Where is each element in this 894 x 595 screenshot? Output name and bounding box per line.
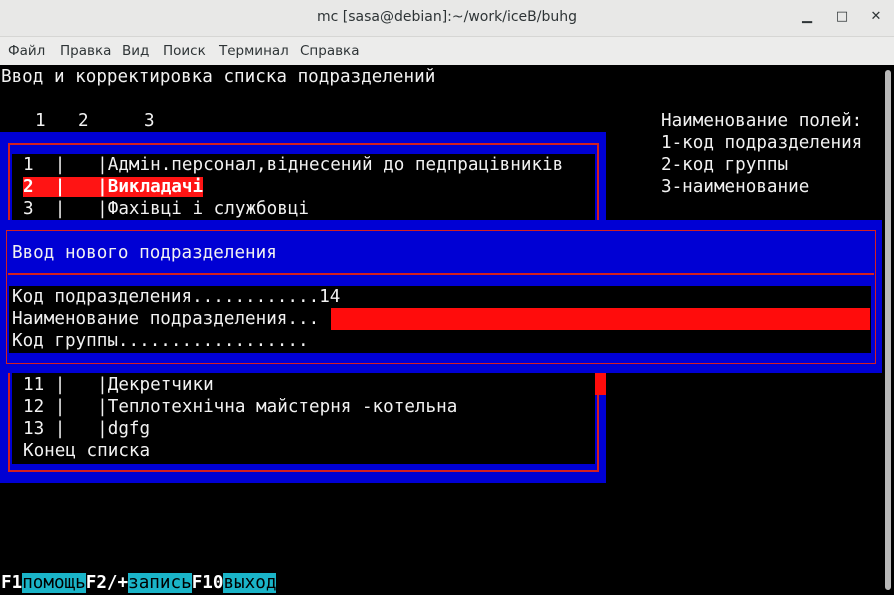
column-number-1: 1 [35, 111, 46, 131]
screen-heading: Ввод и корректировка списка подразделени… [1, 67, 436, 87]
row-selected: 2 | |Викладачі [23, 177, 204, 197]
menu-bar: Файл Правка Вид Поиск Терминал Справка [0, 37, 894, 65]
function-key-bar: F1помощьF2/+записьF10выход [1, 572, 277, 594]
list-scroll-marker[interactable] [595, 373, 606, 395]
row-name: dgfg [107, 419, 151, 439]
f10-key[interactable]: F10 [192, 573, 224, 593]
f1-label[interactable]: помощь [22, 573, 86, 593]
row-name: Теплотехнічна майстерня -котельна [107, 397, 458, 417]
list-item[interactable]: 13 | |dgfg [23, 418, 150, 440]
row-name: Викладачі [107, 177, 204, 197]
row-name: Адмін.персонал,віднесений до педпрацівни… [107, 155, 564, 175]
list-item[interactable]: 3 | |Фахівці і службовці [23, 198, 309, 220]
row-code: 2 [23, 177, 34, 197]
list-end-label: Конец списка [23, 441, 151, 461]
dialog-title: Ввод нового подразделения [12, 243, 277, 263]
column-number-3: 3 [144, 111, 155, 131]
list-item-selected[interactable]: 2 | |Викладачі [23, 176, 204, 198]
column-number-2: 2 [78, 111, 89, 131]
legend-item: 3-наименование [661, 177, 810, 197]
legend-item: 2-код группы [661, 155, 789, 175]
list-item[interactable]: 11 | |Декретчики [23, 374, 214, 396]
field-label: Код подразделения............ [12, 287, 320, 307]
f2-label[interactable]: запись [128, 573, 192, 593]
department-code-field[interactable]: Код подразделения............14 [12, 286, 340, 308]
f1-key[interactable]: F1 [1, 573, 22, 593]
row-code: 3 [23, 199, 34, 219]
department-name-input[interactable] [331, 308, 870, 330]
field-label: Код группы.................. [12, 331, 309, 351]
menu-file[interactable]: Файл [8, 43, 45, 59]
row-name: Фахівці і службовці [107, 199, 310, 219]
row-code: 1 [23, 155, 34, 175]
maximize-icon[interactable]: □ [833, 8, 851, 26]
close-icon[interactable]: ✕ [867, 8, 885, 26]
menu-view[interactable]: Вид [122, 43, 149, 59]
list-item[interactable]: 1 | |Адмін.персонал,віднесений до педпра… [23, 154, 563, 176]
field-value: 14 [319, 287, 341, 307]
dialog-divider [8, 273, 874, 275]
window-title: mc [sasa@debian]:~/work/iceB/buhg [317, 9, 577, 25]
row-code: 11 [23, 375, 45, 395]
scrollbar-thumb[interactable] [885, 70, 891, 590]
legend-item: 1-код подразделения [661, 133, 863, 153]
group-code-field[interactable]: Код группы.................. [12, 330, 309, 352]
row-code: 12 [23, 397, 45, 417]
department-name-label: Наименование подразделения... [12, 309, 320, 329]
menu-search[interactable]: Поиск [163, 43, 206, 59]
list-item[interactable]: 12 | |Теплотехнічна майстерня -котельна [23, 396, 457, 418]
legend-title: Наименование полей: [661, 111, 863, 131]
terminal-scrollbar[interactable] [882, 66, 894, 595]
row-code: 13 [23, 419, 45, 439]
f2-key[interactable]: F2/+ [86, 573, 128, 593]
menu-help[interactable]: Справка [300, 43, 359, 59]
row-name: Декретчики [107, 375, 214, 395]
window-titlebar: mc [sasa@debian]:~/work/iceB/buhg ▁ □ ✕ [0, 0, 894, 37]
menu-edit[interactable]: Правка [60, 43, 111, 59]
menu-terminal[interactable]: Терминал [219, 43, 289, 59]
f10-label[interactable]: выход [223, 573, 277, 593]
minimize-icon[interactable]: ▁ [798, 8, 816, 26]
terminal-screen[interactable]: Ввод и корректировка списка подразделени… [0, 66, 882, 595]
